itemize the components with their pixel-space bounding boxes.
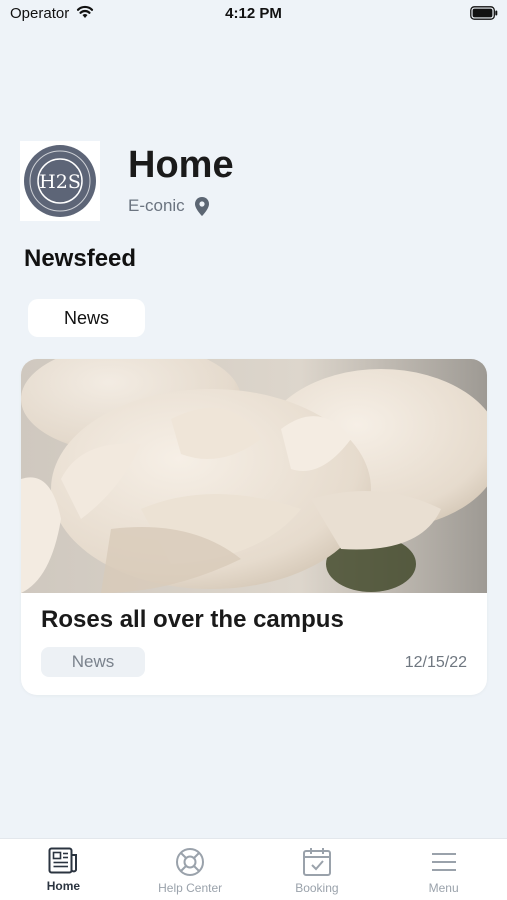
status-time: 4:12 PM — [225, 5, 282, 22]
section-title-newsfeed: Newsfeed — [24, 245, 137, 272]
filter-chip-news[interactable]: News — [28, 299, 145, 337]
news-card[interactable]: Roses all over the campus News 12/15/22 — [21, 359, 487, 695]
logo-text: H2S — [39, 171, 81, 193]
tab-help-center[interactable]: Help Center — [127, 839, 254, 900]
hamburger-menu-icon — [431, 853, 456, 871]
calendar-check-icon — [302, 848, 331, 876]
battery-icon — [470, 6, 498, 20]
status-bar: Operator 4:12 PM — [0, 0, 507, 28]
tab-menu[interactable]: Menu — [380, 839, 507, 900]
tab-label-help-center: Help Center — [158, 881, 223, 895]
h2s-logo-icon: H2S — [24, 145, 96, 217]
tab-booking[interactable]: Booking — [254, 839, 381, 900]
page-title: Home — [128, 144, 234, 186]
bottom-tab-bar: Home Help Center Booking Menu — [0, 838, 507, 900]
news-image-roses — [21, 359, 487, 593]
tab-label-home: Home — [46, 879, 81, 893]
organization-logo: H2S — [20, 141, 100, 221]
news-card-title: Roses all over the campus — [41, 606, 344, 633]
tab-label-menu: Menu — [428, 881, 459, 895]
news-card-date: 12/15/22 — [404, 654, 467, 671]
location-label: E-conic — [128, 196, 185, 215]
newspaper-icon — [48, 847, 78, 874]
location-row[interactable]: E-conic — [128, 196, 209, 216]
location-pin-icon — [194, 196, 209, 216]
tab-home[interactable]: Home — [0, 839, 127, 900]
tab-label-booking: Booking — [295, 881, 339, 895]
lifebuoy-icon — [176, 848, 205, 876]
news-card-tag: News — [41, 647, 145, 677]
